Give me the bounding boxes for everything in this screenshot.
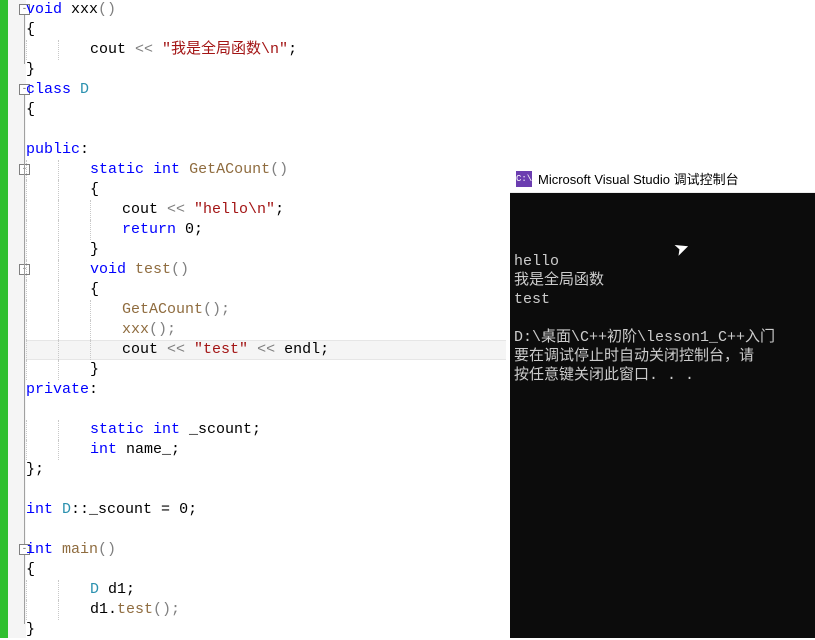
console-output-line: 要在调试停止时自动关闭控制台，请	[514, 347, 811, 366]
code-line[interactable]: void test()	[26, 260, 189, 280]
code-line[interactable]: {	[26, 20, 35, 40]
fold-guide-line	[24, 15, 25, 64]
console-output-line: test	[514, 290, 811, 309]
code-line[interactable]: {	[26, 180, 99, 200]
code-line[interactable]: static int GetACount()	[26, 160, 288, 180]
console-output-line: 我是全局函数	[514, 271, 811, 290]
code-line[interactable]: {	[26, 280, 99, 300]
code-line[interactable]: };	[26, 460, 44, 480]
code-line[interactable]: GetACount();	[26, 300, 230, 320]
code-line[interactable]: public:	[26, 140, 89, 160]
code-line[interactable]: cout << "hello\n";	[26, 200, 284, 220]
console-output-line: 按任意键关闭此窗口. . .	[514, 366, 811, 385]
console-output-line	[514, 309, 811, 328]
code-line[interactable]: cout << "test" << endl;	[26, 340, 329, 360]
debug-console-window: C:\ Microsoft Visual Studio 调试控制台 ➤ hell…	[510, 165, 815, 638]
console-titlebar[interactable]: C:\ Microsoft Visual Studio 调试控制台	[510, 165, 815, 193]
code-line[interactable]: }	[26, 240, 99, 260]
console-output-line: D:\桌面\C++初阶\lesson1_C++入门	[514, 328, 811, 347]
code-line[interactable]: xxx();	[26, 320, 176, 340]
code-line[interactable]: void xxx()	[26, 0, 116, 20]
code-line[interactable]: int main()	[26, 540, 116, 560]
code-line[interactable]: int name_;	[26, 440, 180, 460]
console-output-line: hello	[514, 252, 811, 271]
code-line[interactable]: {	[26, 560, 35, 580]
code-line[interactable]: {	[26, 100, 35, 120]
change-margin	[0, 0, 8, 638]
console-output[interactable]: ➤ hello我是全局函数test D:\桌面\C++初阶\lesson1_C+…	[510, 193, 815, 638]
code-line[interactable]: private:	[26, 380, 98, 400]
code-line[interactable]: D d1;	[26, 580, 135, 600]
fold-guide-line	[24, 555, 25, 624]
code-line[interactable]: class D	[26, 80, 89, 100]
code-line[interactable]: return 0;	[26, 220, 203, 240]
code-line[interactable]: d1.test();	[26, 600, 180, 620]
code-line[interactable]: }	[26, 360, 99, 380]
code-line[interactable]: static int _scount;	[26, 420, 261, 440]
fold-guide-line	[24, 95, 25, 544]
code-line[interactable]: cout << "我是全局函数\n";	[26, 40, 297, 60]
code-line[interactable]: }	[26, 60, 35, 80]
fold-gutter[interactable]: -----	[8, 0, 26, 638]
console-icon: C:\	[516, 171, 532, 187]
code-line[interactable]: int D::_scount = 0;	[26, 500, 197, 520]
console-title: Microsoft Visual Studio 调试控制台	[538, 169, 739, 188]
code-line[interactable]: }	[26, 620, 35, 640]
